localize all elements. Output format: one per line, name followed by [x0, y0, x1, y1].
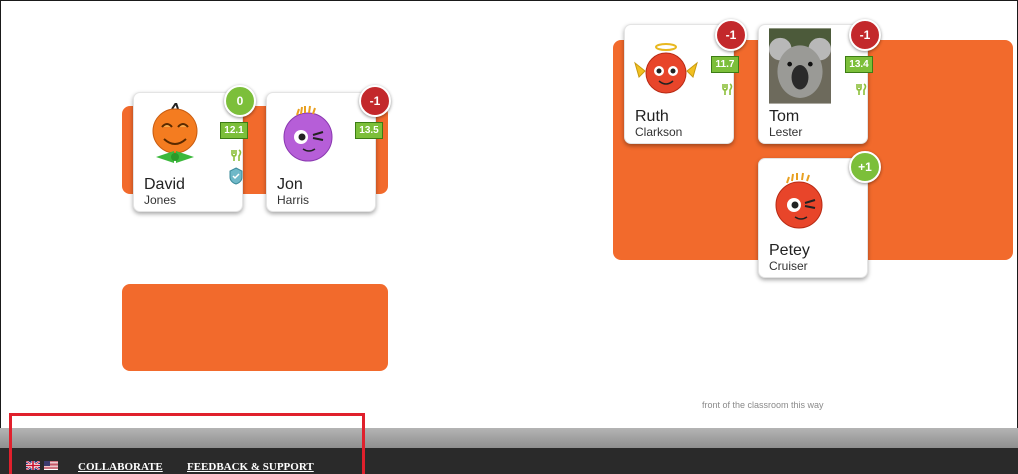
student-last-name: Clarkson: [635, 125, 683, 139]
highlight-annotation-box: [9, 413, 365, 474]
points-badge[interactable]: -1: [715, 19, 747, 51]
points-badge[interactable]: 0: [224, 85, 256, 117]
student-card-tom[interactable]: -1 13.4 Tom Lester: [758, 19, 881, 144]
student-first-name: Jon: [277, 176, 303, 193]
koala-photo-avatar: [769, 28, 831, 104]
purple-monster-avatar: [283, 105, 333, 162]
score-badge: 11.7: [711, 56, 739, 73]
student-last-name: Jones: [144, 193, 177, 207]
points-badge[interactable]: -1: [849, 19, 881, 51]
points-badge[interactable]: -1: [359, 85, 391, 117]
student-card-petey[interactable]: +1 Petey Cruiser: [758, 151, 881, 278]
red-angel-monster-avatar: [634, 43, 698, 94]
student-card-jon[interactable]: -1 13.5 Jon Harris: [266, 85, 391, 212]
fork-knife-icon: [722, 83, 733, 95]
points-badge[interactable]: +1: [849, 151, 881, 183]
desk-table-bottom-left[interactable]: [122, 284, 388, 371]
fork-knife-icon: [231, 149, 242, 161]
student-card-david[interactable]: 0 12.1 David Jones: [133, 85, 256, 212]
front-of-classroom-label: front of the classroom this way: [702, 400, 824, 410]
score-badge: 13.5: [355, 122, 383, 139]
student-last-name: Harris: [277, 193, 309, 207]
student-card-ruth[interactable]: -1 11.7 Ruth Clarkson: [624, 19, 747, 144]
shield-icon: [229, 167, 243, 185]
student-first-name: Tom: [769, 108, 800, 125]
student-first-name: David: [144, 176, 185, 193]
student-first-name: Petey: [769, 242, 810, 259]
red-monster-avatar: [775, 172, 823, 229]
student-last-name: Cruiser: [769, 259, 808, 273]
orange-monster-bowtie-avatar: [152, 103, 198, 163]
fork-knife-icon: [856, 83, 867, 95]
score-badge: 12.1: [220, 122, 248, 139]
score-badge: 13.4: [845, 56, 873, 73]
student-last-name: Lester: [769, 125, 803, 139]
student-first-name: Ruth: [635, 108, 669, 125]
